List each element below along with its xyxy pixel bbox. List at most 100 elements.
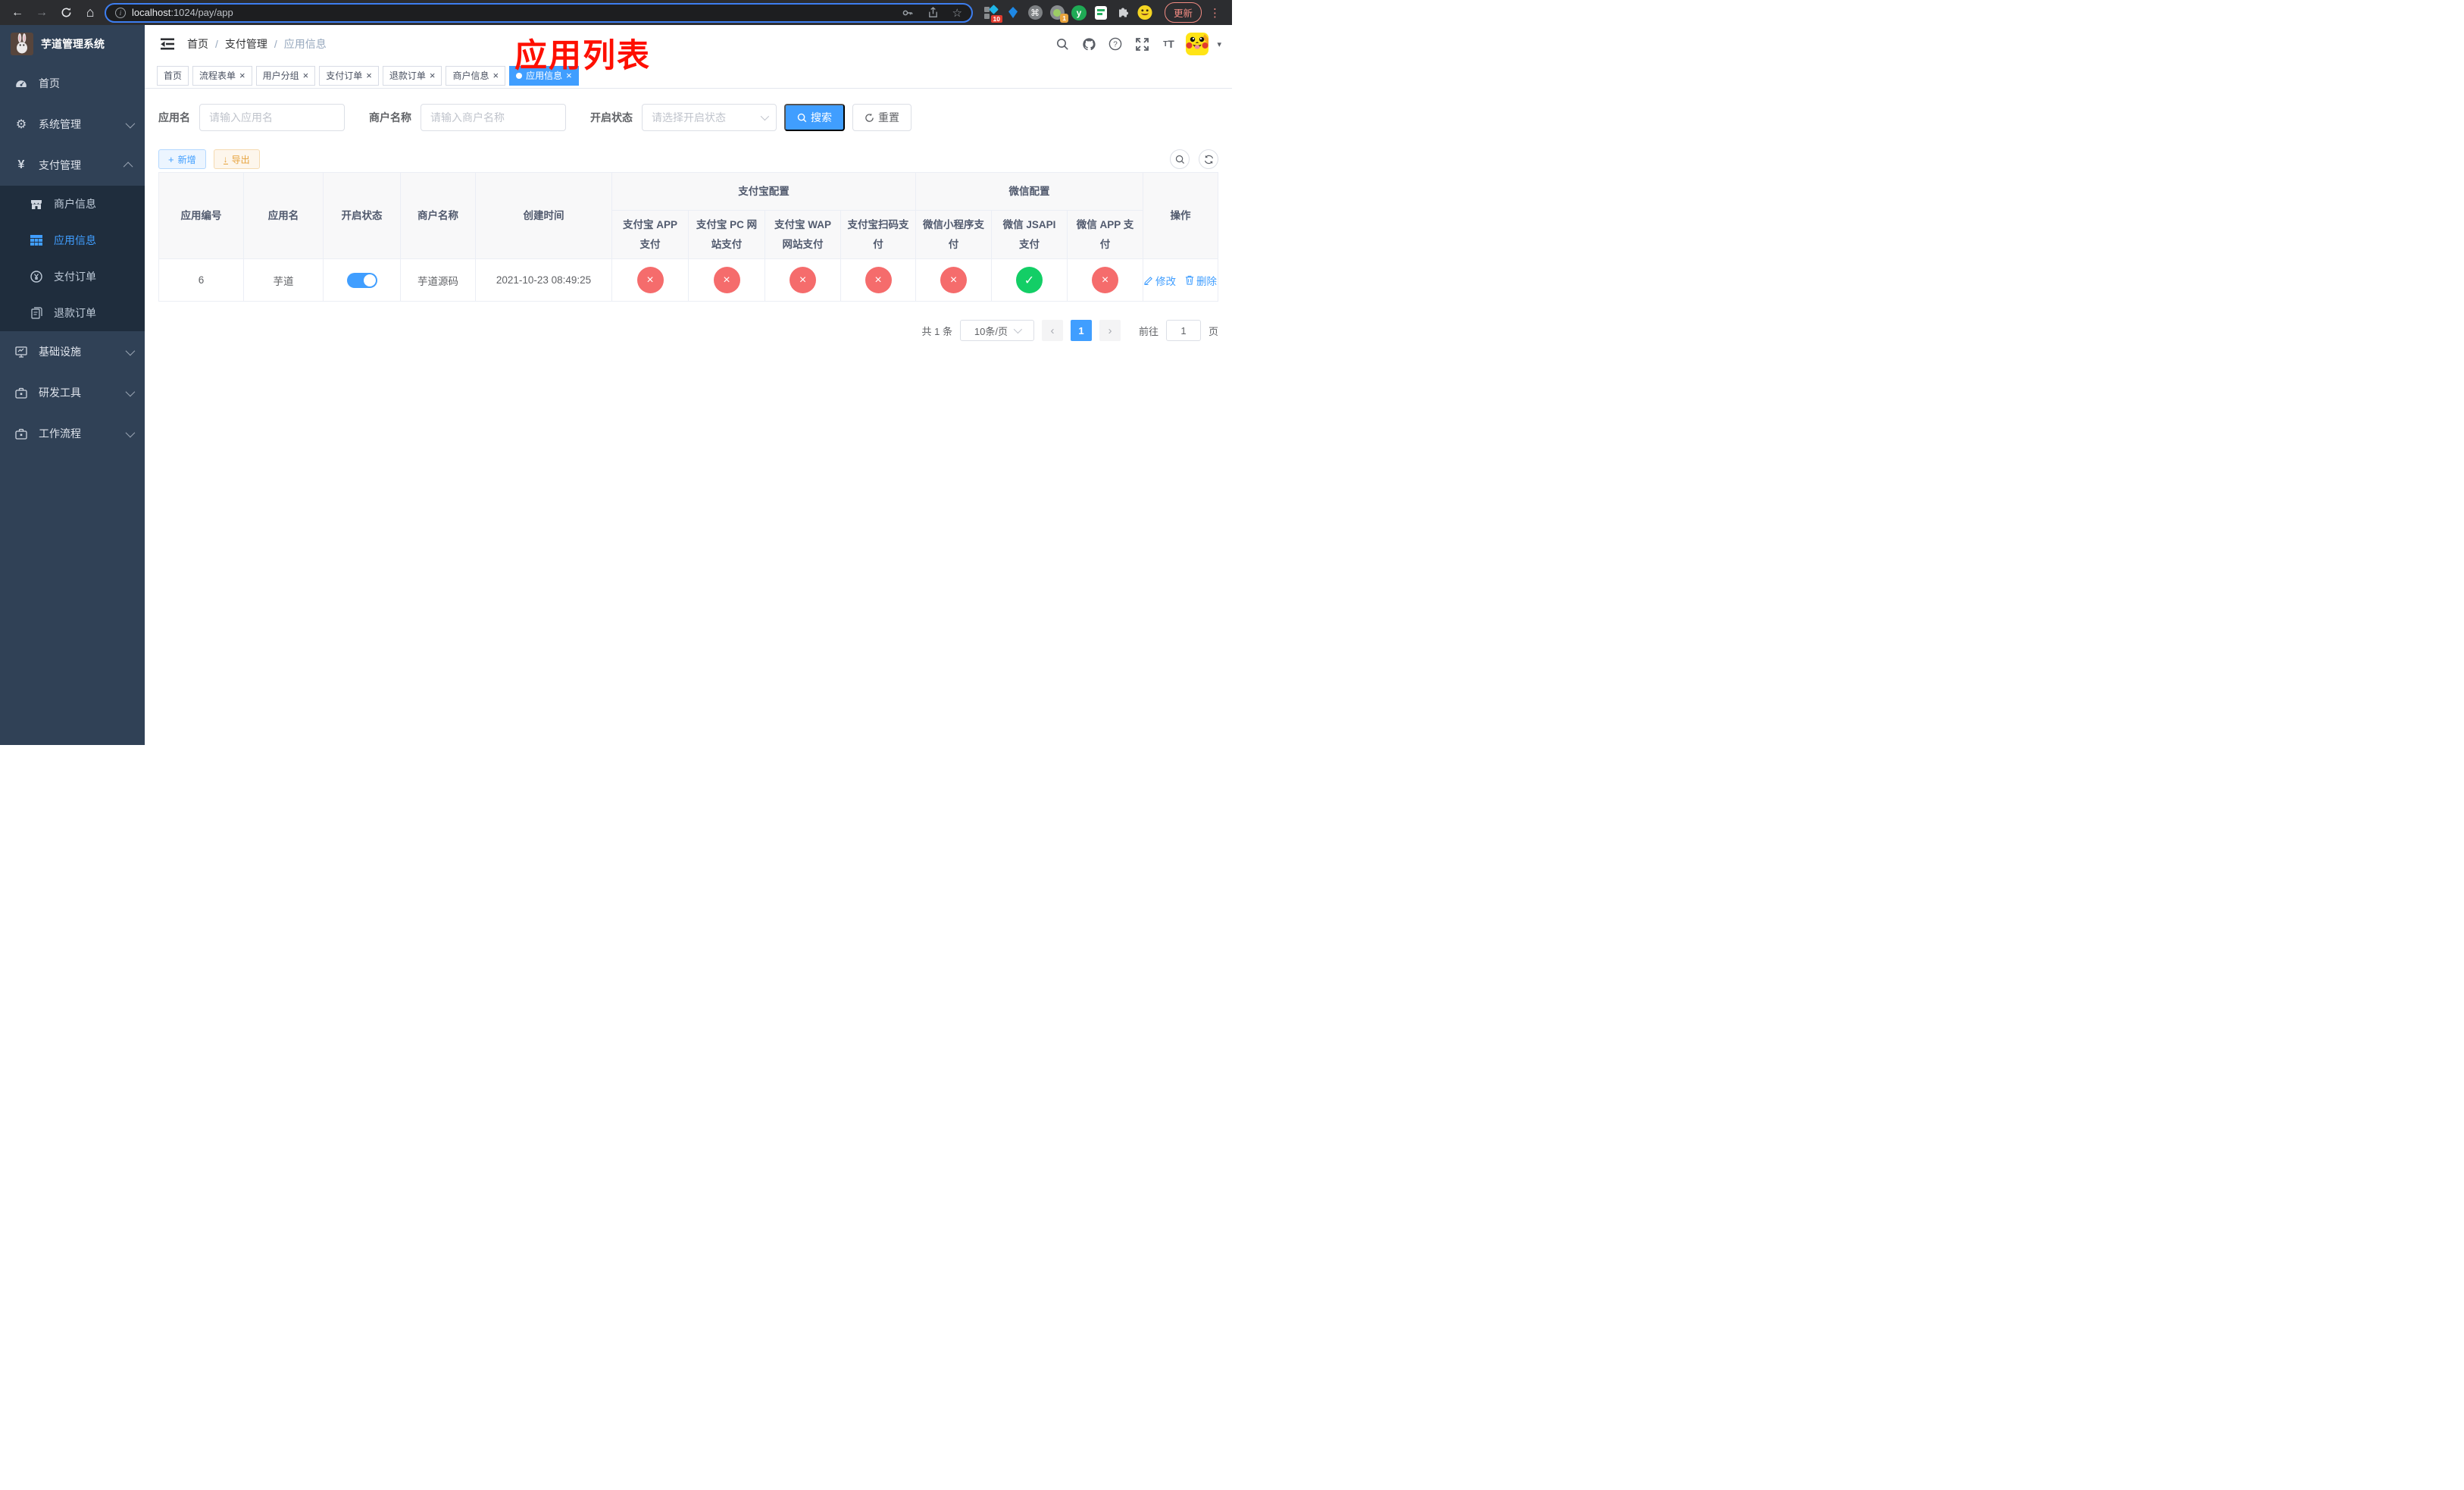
font-size-icon[interactable]: TT [1159,35,1177,53]
grid-table-icon [30,235,43,246]
browser-back-icon[interactable]: ← [8,3,27,23]
tab-refund-order[interactable]: 退款订单 × [382,65,442,86]
add-button[interactable]: + 新增 [158,149,206,169]
refresh-table-button[interactable] [1199,149,1218,169]
sidebar-item-payment[interactable]: ¥ 支付管理 [0,145,145,186]
logo-rabbit-icon [11,33,33,55]
status-toggle[interactable] [346,272,377,288]
page-annotation: 应用列表 [514,38,651,74]
prev-page-button[interactable]: ‹ [1041,320,1063,342]
sidebar-item-merchant-info[interactable]: 商户信息 [0,186,145,222]
goto-unit: 页 [1208,325,1218,337]
help-icon[interactable]: ? [1106,35,1124,53]
url-path: :1024/pay/app [170,7,233,18]
sidebar-item-dev-tools[interactable]: 研发工具 [0,372,145,413]
page-size-select[interactable]: 10条/页 [959,320,1034,342]
gear-icon: ⚙ [15,118,27,131]
delete-button[interactable]: 删除 [1185,273,1217,288]
group-header-alipay: 支付宝配置 [611,172,916,211]
sidebar-item-pay-order[interactable]: 支付订单 [0,258,145,295]
col-header-status: 开启状态 [323,171,401,260]
page-number-1[interactable]: 1 [1070,320,1092,342]
tabs-bar: 首页 流程表单 × 用户分组 × 支付订单 × 退款订单 × 商户信息 × 应用信息 × [145,63,1232,89]
close-icon[interactable]: × [430,70,436,80]
avatar-caret-icon[interactable]: ▾ [1217,39,1221,49]
browser-forward-icon[interactable]: → [32,3,52,23]
sidebar-logo[interactable]: 芋道管理系统 [0,25,145,63]
tab-home[interactable]: 首页 [157,65,189,86]
cell-app-name: 芋道 [243,258,324,302]
sidebar-fold-icon[interactable] [160,36,175,52]
refresh-icon [1204,155,1213,164]
export-button[interactable]: ↓ 导出 [213,149,260,169]
close-icon[interactable]: × [366,70,372,80]
browser-update-button[interactable]: 更新 [1165,2,1202,23]
merchant-name-label: 商户名称 [369,111,411,124]
next-page-button[interactable]: › [1099,320,1121,342]
total-count: 共 1 条 [921,325,952,337]
app-name-input[interactable] [199,104,345,131]
col-header-alipay-wap: 支付宝 WAP 网站支付 [765,209,841,260]
ext-tasks-badge: 10 [990,14,1002,23]
tab-user-group[interactable]: 用户分组 × [255,65,316,86]
sidebar-item-refund-order[interactable]: 退款订单 [0,295,145,331]
ext-command-icon[interactable]: ⌘ [1027,5,1043,20]
sidebar-item-infra[interactable]: 基础设施 [0,331,145,372]
search-icon [797,113,807,122]
search-button[interactable]: 搜索 [784,104,845,131]
tab-pay-order[interactable]: 支付订单 × [319,65,379,86]
tab-merchant-info[interactable]: 商户信息 × [446,65,506,86]
edit-button[interactable]: 修改 [1144,273,1176,288]
col-header-actions: 操作 [1143,171,1219,260]
wx-mini-status-icon: × [940,267,967,294]
trash-icon [1185,275,1194,285]
alipay-app-status-icon: × [636,267,664,294]
search-form: 应用名 商户名称 开启状态 请选择开启状态 搜索 [158,104,1218,131]
sidebar-item-home[interactable]: 首页 [0,63,145,104]
breadcrumb-home[interactable]: 首页 [187,36,208,52]
main-area: 应用列表 首页 / 支付管理 / 应用信息 ? T T ▾ 首页 流程表单 × … [145,25,1232,745]
store-icon [30,199,43,210]
sidebar-item-app-info[interactable]: 应用信息 [0,222,145,258]
browser-home-icon[interactable]: ⌂ [80,3,100,23]
fullscreen-icon[interactable] [1133,35,1151,53]
site-info-icon[interactable]: i [115,7,126,18]
reset-button[interactable]: 重置 [852,104,911,131]
sidebar-item-system[interactable]: ⚙ 系统管理 [0,104,145,145]
tab-process-form[interactable]: 流程表单 × [192,65,252,86]
goto-page-input[interactable] [1165,320,1201,342]
browser-menu-icon[interactable]: ⋮ [1209,6,1221,20]
cell-app-id: 6 [158,258,244,302]
url-bar[interactable]: i localhost:1024/pay/app ☆ [105,2,973,23]
sidebar-item-workflow[interactable]: 工作流程 [0,413,145,454]
ext-tasks-icon[interactable]: 10 [983,4,1002,23]
password-key-icon[interactable] [902,7,914,19]
close-icon[interactable]: × [303,70,309,80]
merchant-name-input[interactable] [421,104,566,131]
bookmark-star-icon[interactable]: ☆ [952,6,962,20]
sidebar-item-label: 支付管理 [39,159,81,171]
user-avatar[interactable] [1186,33,1209,55]
pencil-icon [1144,277,1152,286]
toggle-search-button[interactable] [1170,149,1190,169]
profile-avatar-icon[interactable] [1137,5,1152,20]
close-icon[interactable]: × [492,70,499,80]
breadcrumb-section[interactable]: 支付管理 [225,36,267,52]
browser-toolbar: ← → ⌂ i localhost:1024/pay/app ☆ 10 ⌘ 1 … [0,0,1232,25]
ext-puzzle-icon[interactable] [1115,5,1130,20]
ext-notes-icon[interactable] [1093,5,1108,20]
chevron-up-icon [123,161,133,171]
open-status-select[interactable]: 请选择开启状态 [642,104,777,131]
col-header-merchant: 商户名称 [400,171,476,260]
sidebar-item-label: 商户信息 [54,198,96,210]
header-search-icon[interactable] [1053,35,1071,53]
yen-icon: ¥ [17,158,25,171]
ext-lens-icon[interactable]: 1 [1049,5,1068,23]
share-icon[interactable] [927,6,939,19]
browser-reload-icon[interactable] [56,3,76,23]
ext-kite-icon[interactable] [1005,5,1021,20]
github-icon[interactable] [1080,35,1098,53]
close-icon[interactable]: × [239,70,245,80]
app-name-label: 应用名 [158,111,190,124]
ext-y-icon[interactable]: y [1071,5,1087,20]
